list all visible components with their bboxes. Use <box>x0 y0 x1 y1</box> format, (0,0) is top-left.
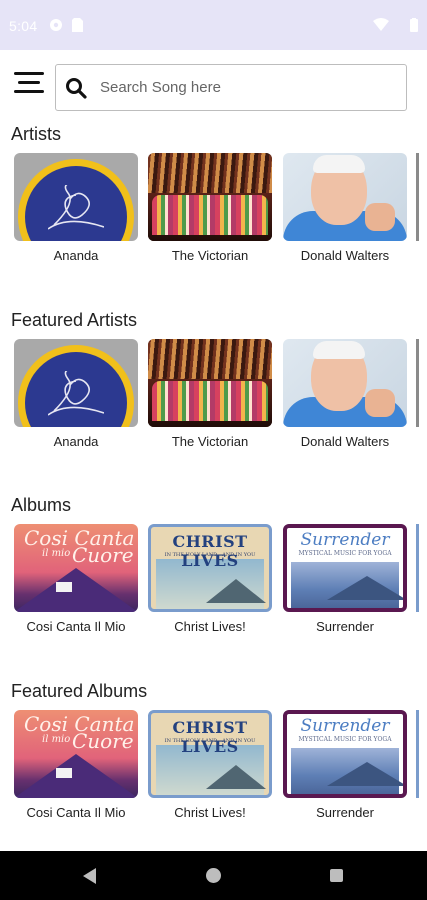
featured-artist-card-the-victorian[interactable]: The Victorian <box>148 339 274 449</box>
battery-icon <box>410 18 418 32</box>
featured-album-card-christ-lives[interactable]: CHRIST LIVES IN THE HOLY LAND—AND IN YOU… <box>148 710 274 820</box>
artist-name: The Victorian <box>171 434 249 449</box>
choir-photo-image <box>148 339 272 427</box>
next-card-peek[interactable] <box>416 339 419 427</box>
album-card-cosi-canta[interactable]: Cosi Canta il mio Cuore Cosi Canta Il Mi… <box>14 524 140 634</box>
album-title: Cosi Canta Il Mio <box>26 619 126 634</box>
featured-album-card-cosi-canta[interactable]: Cosi Canta il mio Cuore Cosi Canta Il Mi… <box>14 710 140 820</box>
search-icon[interactable] <box>65 77 87 99</box>
back-icon[interactable] <box>83 868 96 884</box>
sim-icon <box>72 18 83 32</box>
album-cover-christ-lives: CHRIST LIVES IN THE HOLY LAND—AND IN YOU <box>148 710 272 798</box>
album-title: Surrender <box>316 805 374 820</box>
next-card-peek[interactable] <box>416 710 419 798</box>
album-cover-surrender: Surrender MYSTICAL MUSIC FOR YOGA <box>283 710 407 798</box>
album-title: Christ Lives! <box>174 805 246 820</box>
menu-line <box>18 81 40 84</box>
ananda-logo-image <box>14 153 138 241</box>
album-title: Surrender <box>316 619 374 634</box>
featured-artists-row[interactable]: Ananda The Victorian Donald Walters <box>14 339 427 459</box>
artist-name: Ananda <box>53 248 99 263</box>
artist-name: Donald Walters <box>300 248 390 263</box>
menu-line <box>14 72 44 75</box>
featured-album-card-surrender[interactable]: Surrender MYSTICAL MUSIC FOR YOGA Surren… <box>283 710 409 820</box>
album-card-christ-lives[interactable]: CHRIST LIVES IN THE HOLY LAND—AND IN YOU… <box>148 524 274 634</box>
home-icon[interactable] <box>206 868 221 883</box>
album-title: Cosi Canta Il Mio <box>26 805 126 820</box>
next-card-peek[interactable] <box>416 524 419 612</box>
featured-artist-card-donald-walters[interactable]: Donald Walters <box>283 339 409 449</box>
ananda-symbol-icon <box>48 185 104 230</box>
featured-artist-card-ananda[interactable]: Ananda <box>14 339 140 449</box>
search-box[interactable] <box>55 64 407 111</box>
album-cover-christ-lives: CHRIST LIVES IN THE HOLY LAND—AND IN YOU <box>148 524 272 612</box>
section-title-albums: Albums <box>11 495 72 515</box>
albums-row[interactable]: Cosi Canta il mio Cuore Cosi Canta Il Mi… <box>14 524 427 644</box>
artist-name: The Victorian <box>171 248 249 263</box>
artist-card-the-victorian[interactable]: The Victorian <box>148 153 274 263</box>
section-title-featured-artists: Featured Artists <box>11 310 138 330</box>
ananda-logo-image <box>14 339 138 427</box>
choir-photo-image <box>148 153 272 241</box>
status-time: 5:04 <box>9 18 38 34</box>
featured-albums-row[interactable]: Cosi Canta il mio Cuore Cosi Canta Il Mi… <box>14 710 427 830</box>
artist-card-donald-walters[interactable]: Donald Walters <box>283 153 409 263</box>
search-input[interactable] <box>100 65 400 109</box>
app-bar <box>0 50 427 120</box>
artist-name: Donald Walters <box>300 434 390 449</box>
album-title: Christ Lives! <box>174 619 246 634</box>
portrait-photo-image <box>283 339 407 427</box>
wifi-icon <box>373 18 389 31</box>
portrait-photo-image <box>283 153 407 241</box>
album-cover-cosi-canta: Cosi Canta il mio Cuore <box>14 710 138 798</box>
artists-row[interactable]: Ananda The Victorian Donald Walters <box>14 153 427 273</box>
recent-apps-icon[interactable] <box>330 869 343 882</box>
album-cover-surrender: Surrender MYSTICAL MUSIC FOR YOGA <box>283 524 407 612</box>
album-cover-cosi-canta: Cosi Canta il mio Cuore <box>14 524 138 612</box>
system-nav-bar <box>0 851 427 900</box>
artist-name: Ananda <box>53 434 99 449</box>
next-card-peek[interactable] <box>416 153 419 241</box>
section-title-featured-albums: Featured Albums <box>11 681 148 701</box>
media-icon <box>50 19 62 31</box>
status-bar: 5:04 <box>0 0 427 50</box>
section-title-artists: Artists <box>11 124 62 144</box>
menu-button[interactable] <box>14 70 46 96</box>
artist-card-ananda[interactable]: Ananda <box>14 153 140 263</box>
ananda-symbol-icon <box>48 371 104 416</box>
album-card-surrender[interactable]: Surrender MYSTICAL MUSIC FOR YOGA Surren… <box>283 524 409 634</box>
menu-line <box>14 90 44 93</box>
